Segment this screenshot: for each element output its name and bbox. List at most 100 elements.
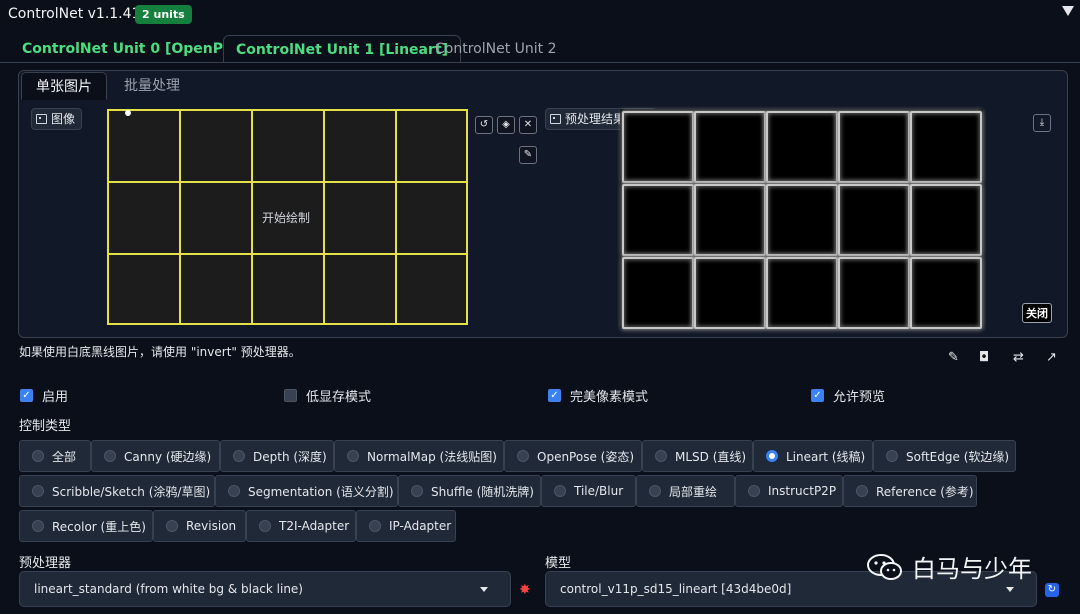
tab-unit-2[interactable]: ControlNet Unit 2: [423, 35, 569, 63]
watermark-text: 白马与少年: [912, 555, 1032, 583]
close-icon[interactable]: ✕: [519, 116, 537, 134]
chevron-down-icon: [480, 587, 488, 592]
camera-icon[interactable]: ◘: [979, 350, 989, 365]
radio-dot[interactable]: [228, 485, 240, 497]
control-type-option-label: 局部重绘: [669, 484, 718, 499]
radio-dot[interactable]: [347, 450, 359, 462]
control-type-option[interactable]: Tile/Blur: [541, 475, 636, 507]
radio-dot[interactable]: [856, 485, 868, 497]
control-type-option[interactable]: 局部重绘: [636, 475, 735, 507]
control-type-option[interactable]: Scribble/Sketch (涂鸦/草图): [19, 475, 215, 507]
radio-dot[interactable]: [517, 450, 529, 462]
radio-dot[interactable]: [649, 485, 661, 497]
download-icon[interactable]: ⤓: [1033, 114, 1051, 132]
control-type-option[interactable]: Recolor (重上色): [19, 510, 153, 542]
swap-icon[interactable]: ⇄: [1013, 350, 1024, 365]
control-type-option[interactable]: SoftEdge (软边缘): [873, 440, 1016, 472]
radio-dot[interactable]: [32, 520, 44, 532]
radio-dot[interactable]: [369, 520, 381, 532]
control-type-option[interactable]: 全部: [19, 440, 91, 472]
control-type-option-label: Segmentation (语义分割): [248, 484, 394, 499]
control-type-option[interactable]: IP-Adapter: [356, 510, 456, 542]
radio-dot-selected[interactable]: [766, 450, 778, 462]
control-type-option-label: 全部: [52, 449, 77, 464]
brush-cursor: [125, 110, 131, 116]
control-type-option-label: Depth (深度): [253, 449, 327, 464]
checkbox-pixel-perfect-box[interactable]: ✓: [548, 389, 561, 402]
radio-dot[interactable]: [233, 450, 245, 462]
preprocessor-preview-image: [620, 109, 983, 329]
tab-single-image[interactable]: 单张图片: [21, 72, 107, 100]
checkbox-low-vram[interactable]: 低显存模式: [284, 386, 371, 405]
control-type-option[interactable]: Segmentation (语义分割): [215, 475, 398, 507]
image-icon: [36, 114, 47, 124]
tab-batch[interactable]: 批量处理: [110, 72, 194, 100]
control-type-option-label: Reference (参考): [876, 484, 974, 499]
control-type-option[interactable]: MLSD (直线): [642, 440, 753, 472]
control-type-option[interactable]: Depth (深度): [220, 440, 334, 472]
radio-dot[interactable]: [748, 485, 760, 497]
control-type-option[interactable]: InstructP2P: [735, 475, 843, 507]
preprocessor-label: 预处理器: [19, 556, 72, 571]
control-type-option-label: T2I-Adapter: [279, 519, 350, 533]
checkbox-allow-preview[interactable]: ✓ 允许预览: [811, 386, 885, 405]
control-type-option-selected[interactable]: Lineart (线稿): [753, 440, 873, 472]
control-type-option-label: Shuffle (随机洗牌): [431, 484, 534, 499]
radio-dot[interactable]: [554, 485, 566, 497]
control-type-option-label: Recolor (重上色): [52, 519, 146, 534]
control-type-option-label: Scribble/Sketch (涂鸦/草图): [52, 484, 211, 499]
brush-icon[interactable]: ✎: [519, 146, 537, 164]
invert-hint: 如果使用白底黑线图片，请使用 "invert" 预处理器。: [19, 345, 301, 359]
control-type-label: 控制类型: [19, 419, 72, 434]
canvas-start-text: 开始绘制: [262, 211, 311, 225]
chevron-down-icon: [1006, 587, 1014, 592]
page-title: ControlNet v1.1.410: [8, 6, 150, 22]
image-label: 图像: [31, 108, 83, 130]
control-type-option[interactable]: OpenPose (姿态): [504, 440, 642, 472]
radio-dot[interactable]: [166, 520, 178, 532]
radio-dot[interactable]: [259, 520, 271, 532]
control-type-option[interactable]: NormalMap (法线贴图): [334, 440, 504, 472]
refresh-icon[interactable]: ↻: [1045, 583, 1059, 597]
control-type-option-label: MLSD (直线): [675, 449, 747, 464]
checkbox-pixel-perfect[interactable]: ✓ 完美像素模式: [548, 386, 648, 405]
control-type-option-label: Revision: [186, 519, 237, 533]
edit-icon[interactable]: ✎: [948, 350, 959, 365]
control-type-option-label: NormalMap (法线贴图): [367, 449, 497, 464]
send-dimensions-icon[interactable]: ↗: [1046, 350, 1057, 365]
control-type-option[interactable]: Reference (参考): [843, 475, 977, 507]
checkbox-pixel-perfect-label: 完美像素模式: [570, 390, 649, 405]
radio-dot[interactable]: [411, 485, 423, 497]
radio-dot[interactable]: [886, 450, 898, 462]
model-label: 模型: [545, 556, 572, 571]
control-type-option[interactable]: Canny (硬边缘): [91, 440, 220, 472]
preprocessor-value: lineart_standard (from white bg & black …: [34, 582, 303, 596]
close-preview-button[interactable]: 关闭: [1022, 303, 1052, 323]
undo-icon[interactable]: ↺: [475, 116, 493, 134]
control-type-option[interactable]: Revision: [153, 510, 246, 542]
control-type-option-label: Canny (硬边缘): [124, 449, 212, 464]
preprocessor-select[interactable]: lineart_standard (from white bg & black …: [19, 571, 511, 607]
radio-dot[interactable]: [104, 450, 116, 462]
tabs-divider: [0, 62, 1080, 63]
image-label-text: 图像: [51, 112, 76, 126]
wechat-logo-icon: [867, 553, 902, 580]
checkbox-enable-box[interactable]: ✓: [20, 389, 33, 402]
run-preprocessor-icon[interactable]: ✸: [519, 582, 531, 598]
checkbox-low-vram-box[interactable]: [284, 389, 297, 402]
control-type-option-label: OpenPose (姿态): [537, 449, 635, 464]
control-type-option-label: Lineart (线稿): [786, 449, 866, 464]
preview-image-icon: [550, 114, 561, 124]
control-type-option[interactable]: T2I-Adapter: [246, 510, 356, 542]
checkbox-allow-preview-box[interactable]: ✓: [811, 389, 824, 402]
radio-dot[interactable]: [32, 485, 44, 497]
radio-dot[interactable]: [32, 450, 44, 462]
control-type-option-label: SoftEdge (软边缘): [906, 449, 1010, 464]
collapse-triangle-icon[interactable]: [1062, 6, 1074, 16]
radio-dot[interactable]: [655, 450, 667, 462]
checkbox-enable[interactable]: ✓ 启用: [20, 386, 68, 405]
eraser-icon[interactable]: ◈: [497, 116, 515, 134]
checkbox-enable-label: 启用: [42, 390, 69, 405]
control-type-option[interactable]: Shuffle (随机洗牌): [398, 475, 541, 507]
checkbox-allow-preview-label: 允许预览: [833, 390, 886, 405]
